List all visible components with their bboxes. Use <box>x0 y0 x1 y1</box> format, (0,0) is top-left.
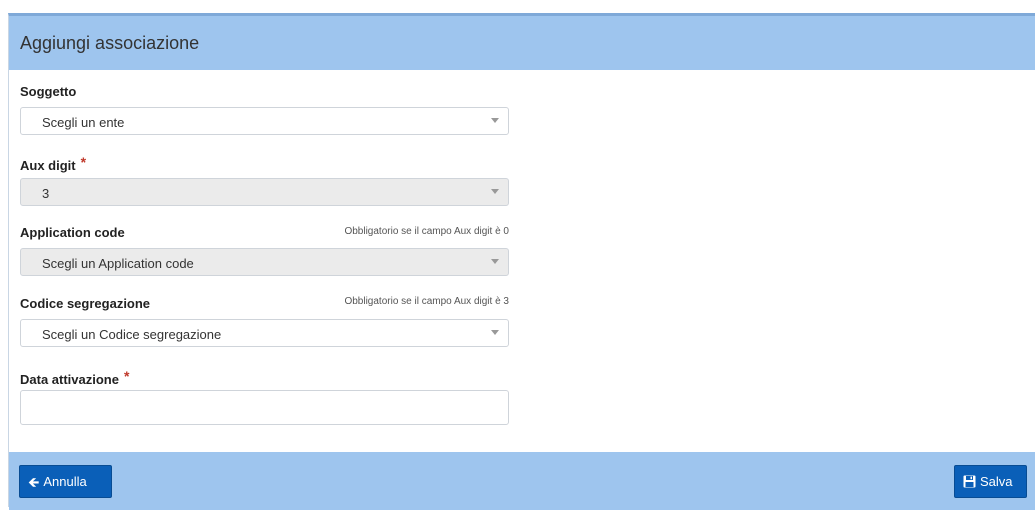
data-attivazione-label: Data attivazione * <box>20 368 130 387</box>
modal-header: Aggiungi associazione <box>9 16 1035 70</box>
application-code-select[interactable]: Scegli un Application code <box>20 248 509 276</box>
aux-digit-select[interactable]: 3 <box>20 178 509 206</box>
data-attivazione-input[interactable] <box>20 390 509 425</box>
application-code-select-value: Scegli un Application code <box>42 256 194 271</box>
required-marker: * <box>80 154 87 170</box>
chevron-down-icon <box>491 259 499 264</box>
save-button-label: Salva <box>980 474 1013 489</box>
chevron-down-icon <box>491 330 499 335</box>
cancel-button-label: Annulla <box>43 474 87 489</box>
arrow-left-icon: 🡸 <box>28 473 40 490</box>
save-button[interactable]: Salva <box>954 465 1027 498</box>
codice-segregazione-select-value: Scegli un Codice segregazione <box>42 327 222 342</box>
floppy-disk-icon <box>963 475 976 488</box>
chevron-down-icon <box>491 189 499 194</box>
codice-segregazione-hint: Obbligatorio se il campo Aux digit è 3 <box>344 296 509 307</box>
soggetto-label: Soggetto <box>20 84 77 99</box>
codice-segregazione-label: Codice segregazione <box>20 296 151 311</box>
application-code-label: Application code <box>20 225 125 240</box>
required-marker: * <box>123 368 130 384</box>
aux-digit-select-value: 3 <box>42 186 50 201</box>
add-association-modal: Aggiungi associazione Soggetto Scegli un… <box>8 13 1035 510</box>
soggetto-select-value: Scegli un ente <box>42 115 125 130</box>
application-code-hint: Obbligatorio se il campo Aux digit è 0 <box>344 226 509 237</box>
codice-segregazione-select[interactable]: Scegli un Codice segregazione <box>20 319 509 347</box>
soggetto-select[interactable]: Scegli un ente <box>20 107 509 135</box>
chevron-down-icon <box>491 118 499 123</box>
modal-title: Aggiungi associazione <box>20 33 200 53</box>
cancel-button[interactable]: 🡸 Annulla <box>19 465 112 498</box>
aux-digit-label: Aux digit * <box>20 154 87 173</box>
modal-footer: 🡸 Annulla Salva <box>9 452 1035 510</box>
